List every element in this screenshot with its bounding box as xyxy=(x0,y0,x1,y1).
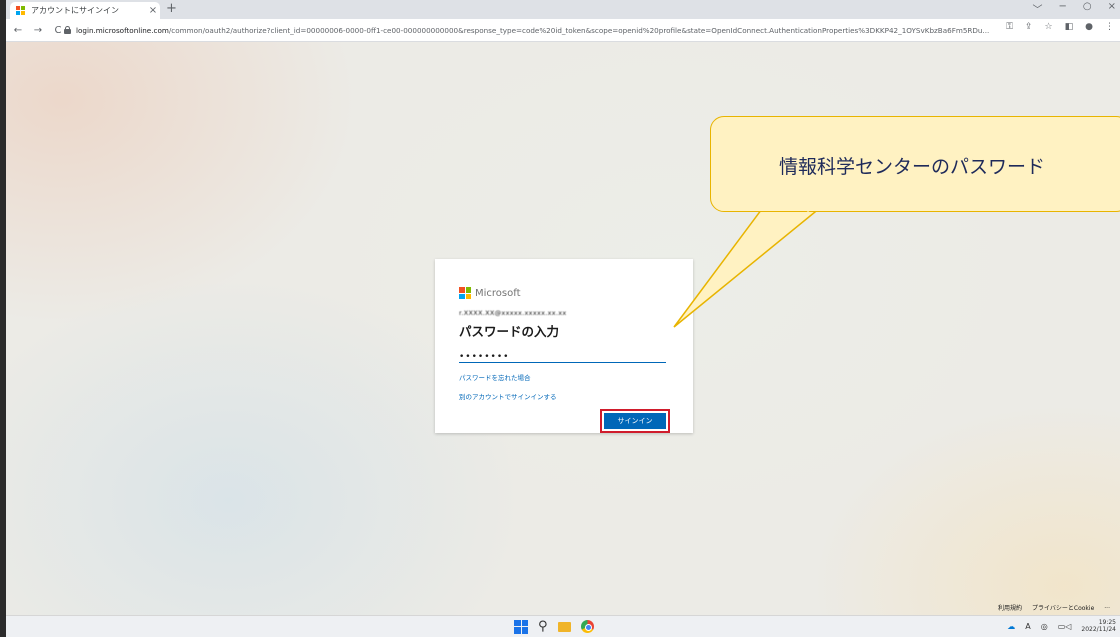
search-icon[interactable]: ⚲ xyxy=(538,619,548,634)
new-tab-button[interactable]: + xyxy=(166,1,177,16)
window-controls: ﹀ − ○ × xyxy=(1032,1,1116,16)
network-icon[interactable]: ◎ xyxy=(1041,622,1048,631)
toolbar-icons: ⚿ ⇪ ☆ ◧ ● ⋮ xyxy=(1006,22,1114,32)
signin-button[interactable]: サインイン xyxy=(604,413,666,429)
other-account-link[interactable]: 別のアカウントでサインインする xyxy=(459,391,557,401)
signin-button-highlight: サインイン xyxy=(600,409,670,433)
onedrive-icon[interactable]: ☁ xyxy=(1007,622,1015,631)
maximize-button[interactable]: ○ xyxy=(1083,1,1092,16)
file-explorer-icon[interactable] xyxy=(557,621,571,632)
url-host: login.microsoftonline.com xyxy=(76,25,169,35)
browser-tab[interactable]: アカウントにサインイン × xyxy=(10,2,160,19)
key-icon[interactable]: ⚿ xyxy=(1006,22,1013,32)
profile-icon[interactable]: ● xyxy=(1085,22,1093,32)
brand-name: Microsoft xyxy=(475,287,521,299)
tab-close-icon[interactable]: × xyxy=(146,5,160,16)
url-path: /common/oauth2/authorize?client_id=00000… xyxy=(168,25,990,35)
clock-date: 2022/11/24 xyxy=(1081,626,1116,633)
account-email: r.XXXX.XX@xxxxx.xxxxx.xx.xx xyxy=(459,309,567,317)
share-icon[interactable]: ⇪ xyxy=(1025,22,1033,32)
tab-search-icon[interactable]: ﹀ xyxy=(1032,1,1042,16)
terms-link[interactable]: 利用規約 xyxy=(998,603,1022,612)
microsoft-logo-icon xyxy=(459,287,471,299)
clock-time: 19:25 xyxy=(1098,619,1116,626)
lock-icon[interactable] xyxy=(64,26,71,34)
callout-box: 情報科学センターのパスワード xyxy=(710,116,1120,212)
microsoft-favicon-icon xyxy=(16,6,25,15)
signin-card: Microsoft r.XXXX.XX@xxxxx.xxxxx.xx.xx パス… xyxy=(435,259,693,433)
microsoft-logo: Microsoft xyxy=(459,287,521,299)
forward-button[interactable]: → xyxy=(30,25,46,36)
clock[interactable]: 19:25 2022/11/24 xyxy=(1081,619,1116,633)
page-footer: 利用規約 プライバシーとCookie ... xyxy=(998,603,1110,612)
address-bar[interactable]: login.microsoftonline.com/common/oauth2/… xyxy=(64,22,1024,38)
browser-toolbar: ← → C login.microsoftonline.com/common/o… xyxy=(6,19,1120,42)
privacy-link[interactable]: プライバシーとCookie xyxy=(1032,603,1094,612)
sidepanel-icon[interactable]: ◧ xyxy=(1065,22,1074,32)
taskbar-apps: ⚲ xyxy=(514,619,594,634)
taskbar: ⚲ ☁ A ◎ ▭◁ 19:25 2022/11/24 xyxy=(6,615,1120,637)
more-options-icon[interactable]: ... xyxy=(1104,603,1110,612)
forgot-password-link[interactable]: パスワードを忘れた場合 xyxy=(459,372,531,382)
page-title: パスワードの入力 xyxy=(459,324,560,339)
tab-strip: アカウントにサインイン × + ﹀ − ○ × xyxy=(6,0,1120,19)
windows-start-icon[interactable] xyxy=(514,619,528,634)
tab-title: アカウントにサインイン xyxy=(31,6,119,15)
password-field[interactable]: •••••••• xyxy=(459,349,666,363)
close-window-button[interactable]: × xyxy=(1108,1,1116,16)
star-icon[interactable]: ☆ xyxy=(1045,22,1053,32)
minimize-button[interactable]: − xyxy=(1058,1,1066,16)
ime-indicator[interactable]: A xyxy=(1025,622,1030,631)
chrome-icon[interactable] xyxy=(580,620,594,633)
callout-text: 情報科学センターのパスワード xyxy=(779,156,1046,178)
menu-icon[interactable]: ⋮ xyxy=(1105,22,1114,32)
browser-window: アカウントにサインイン × + ﹀ − ○ × ← → C login.micr… xyxy=(6,0,1120,637)
back-button[interactable]: ← xyxy=(10,25,26,36)
system-tray: ☁ A ◎ ▭◁ 19:25 2022/11/24 xyxy=(1007,619,1116,633)
volume-icon[interactable]: ▭◁ xyxy=(1058,622,1072,631)
